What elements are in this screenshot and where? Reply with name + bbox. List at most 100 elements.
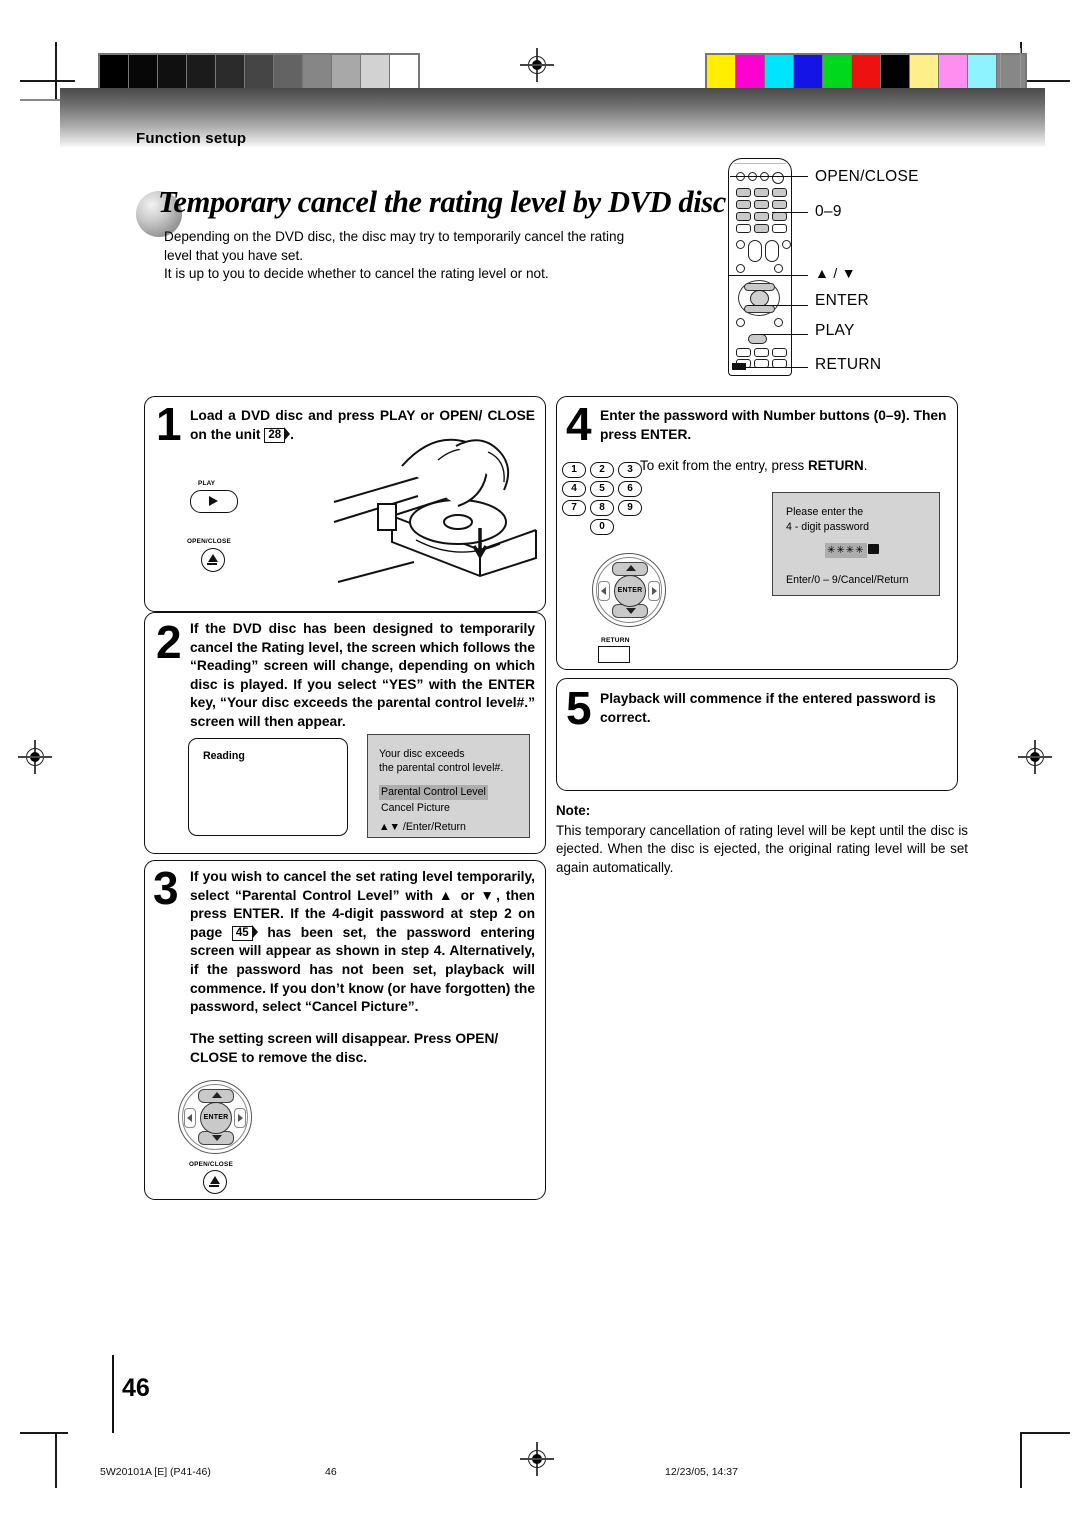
callout-leader-return: [736, 367, 808, 369]
step-1-pageref: 28: [264, 427, 286, 443]
callout-leader-play: [760, 334, 808, 336]
remote-number-row-2: [736, 200, 787, 209]
callout-label-numbers: 0–9: [815, 203, 842, 220]
intro-line-3: It is up to you to decide whether to can…: [164, 266, 549, 281]
num-key-9[interactable]: 9: [618, 500, 642, 516]
down-arrow-icon: [212, 1135, 222, 1141]
step-3-text: If you wish to cancel the set rating lev…: [190, 868, 535, 1017]
num-key-7[interactable]: 7: [562, 500, 586, 516]
grayscale-patch-3: [187, 55, 215, 89]
colorbar-patch-1: [736, 55, 764, 89]
dpad-enter-button[interactable]: ENTER: [200, 1102, 232, 1134]
grayscale-patch-2: [158, 55, 186, 89]
callout-leader-enter: [748, 305, 808, 307]
step-4-sub-c: .: [863, 458, 868, 473]
note-body: This temporary cancellation of rating le…: [556, 823, 968, 875]
grayscale-calibration-bar: [98, 53, 420, 91]
osd-password-masked-field[interactable]: ✳✳✳✳: [825, 543, 879, 558]
osd-password-line-1: Please enter the: [786, 506, 864, 518]
dpad-up-wing: [198, 1089, 234, 1103]
colorbar-patch-5: [852, 55, 880, 89]
num-key-2[interactable]: 2: [590, 462, 614, 478]
remote-number-row-1: [736, 188, 787, 197]
registration-mark-bottom: [520, 1442, 554, 1476]
grayscale-patch-7: [303, 55, 331, 89]
remote-misc-row-1: [736, 240, 791, 262]
num-key-3[interactable]: 3: [618, 462, 642, 478]
page-title-wrap: Temporary cancel the rating level by DVD…: [136, 185, 726, 237]
dpad4-enter-button[interactable]: ENTER: [614, 575, 646, 607]
crop-mark-tl-v: [55, 42, 57, 100]
grayscale-patch-8: [332, 55, 360, 89]
callout-leader-open-close: [730, 176, 808, 178]
step-3-text-c: The setting screen will disappear. Press…: [190, 1031, 499, 1065]
num-key-4[interactable]: 4: [562, 481, 586, 497]
intro-paragraph: Depending on the DVD disc, the disc may …: [164, 228, 694, 284]
step-4-dpad-illustration: ENTER: [592, 553, 666, 627]
up-arrow-icon-2: [626, 565, 636, 571]
disc-loading-illustration: [333, 438, 537, 583]
left-arrow-icon: [187, 1114, 192, 1122]
step-1-number: 1: [156, 398, 182, 450]
step-5-number: 5: [566, 682, 592, 734]
callout-label-return: RETURN: [815, 356, 882, 373]
osd-password-line-2: 4 - digit password: [786, 521, 870, 533]
step-5-text: Playback will commence if the entered pa…: [600, 691, 936, 725]
osd-reading-screen: Reading: [188, 738, 348, 836]
num-key-0[interactable]: 0: [590, 519, 614, 535]
colorbar-patch-8: [939, 55, 967, 89]
right-arrow-icon-2: [652, 587, 657, 595]
callout-label-open-close: OPEN/CLOSE: [815, 168, 919, 185]
crop-mark-br-h: [1022, 1432, 1070, 1434]
page-title: Temporary cancel the rating level by DVD…: [158, 185, 726, 219]
crop-mark-tl-h: [20, 80, 75, 82]
note-heading: Note:: [556, 803, 591, 818]
step-3-dpad-illustration: ENTER: [178, 1080, 252, 1154]
grayscale-patch-1: [129, 55, 157, 89]
open-close-button-icon: [201, 548, 225, 572]
num-key-6[interactable]: 6: [618, 481, 642, 497]
osd-password-masked-value: ✳✳✳✳: [825, 543, 867, 558]
lock-icon: [867, 544, 879, 554]
play-button-icon: [190, 490, 238, 513]
step-4-sub-b: RETURN: [807, 458, 864, 473]
step-4-number: 4: [566, 398, 592, 450]
step-2-text: If the DVD disc has been designed to tem…: [190, 621, 535, 729]
osd-exceeds-line-1: Your disc exceeds: [379, 748, 465, 760]
intro-line-1: Depending on the DVD disc, the disc may …: [164, 229, 625, 244]
step-4-sub-a: To exit from the entry, press: [640, 458, 808, 473]
crop-mark-bl-h: [20, 1432, 68, 1434]
num-key-5[interactable]: 5: [590, 481, 614, 497]
colorbar-patch-3: [794, 55, 822, 89]
num-key-1[interactable]: 1: [562, 462, 586, 478]
left-arrow-icon-2: [601, 587, 606, 595]
callout-label-enter: ENTER: [815, 292, 870, 309]
osd-exceeds-line-2: the parental control level#.: [379, 762, 504, 774]
remote-number-row-4: [736, 224, 787, 233]
color-calibration-bar: [705, 53, 1027, 91]
num-key-8[interactable]: 8: [590, 500, 614, 516]
osd-password-screen: Please enter the 4 - digit password ✳✳✳✳…: [772, 492, 940, 596]
osd-exceeds-screen: Your disc exceeds the parental control l…: [367, 734, 530, 838]
page-number: 46: [122, 1374, 150, 1402]
osd-option-cancel-picture[interactable]: Cancel Picture: [381, 801, 450, 816]
dpad4-right-wing: [648, 581, 660, 601]
osd-password-hint: Enter/0 – 9/Cancel/Return: [786, 574, 909, 586]
down-arrow-icon-2: [626, 608, 636, 614]
colorbar-patch-4: [823, 55, 851, 89]
pageref-arrow-icon: [284, 426, 291, 441]
step-4-subtext: To exit from the entry, press RETURN.: [640, 458, 867, 473]
step-3-open-close-icon: [203, 1170, 227, 1194]
remote-misc-row-2: [736, 264, 783, 273]
osd-option-parental-control-level[interactable]: Parental Control Level: [379, 785, 488, 800]
callout-label-play: PLAY: [815, 322, 855, 339]
footer-job-code: 5W20101A [E] (P41-46): [100, 1466, 211, 1478]
open-close-button-label: OPEN/CLOSE: [187, 538, 231, 545]
colorbar-patch-7: [910, 55, 938, 89]
return-button-icon[interactable]: [598, 646, 630, 663]
grayscale-patch-4: [216, 55, 244, 89]
section-label: Function setup: [136, 130, 247, 147]
step-2-number: 2: [156, 616, 182, 668]
page-number-rule: [112, 1355, 115, 1433]
intro-line-2: level that you have set.: [164, 247, 304, 263]
